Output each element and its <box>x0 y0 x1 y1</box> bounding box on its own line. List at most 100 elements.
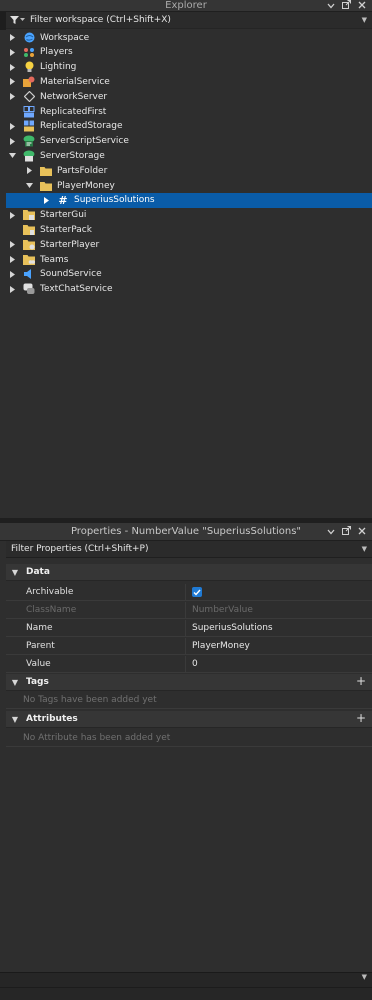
command-bar[interactable]: ▼ <box>0 972 372 1000</box>
tree-item-textchatservice[interactable]: TextChatService <box>6 282 372 297</box>
undock-icon[interactable] <box>342 0 351 12</box>
chevron-right-icon[interactable] <box>7 119 17 134</box>
tree-item-replicatedstorage[interactable]: ReplicatedStorage <box>6 119 372 134</box>
text-chat-service-icon <box>22 283 36 295</box>
tree-item-label: Lighting <box>40 62 77 73</box>
prop-name: Parent <box>6 637 186 655</box>
tree-item-label: Workspace <box>40 32 90 43</box>
prop-value-input[interactable]: SuperiusSolutions <box>186 623 273 633</box>
explorer-header: Explorer <box>0 0 372 12</box>
chevron-right-icon[interactable] <box>7 30 17 45</box>
prop-value-input[interactable]: 0 <box>186 659 198 669</box>
prop-row-name[interactable]: Name SuperiusSolutions <box>6 619 372 637</box>
chevron-right-icon[interactable] <box>7 60 17 75</box>
tree-item-materialservice[interactable]: MaterialService <box>6 74 372 89</box>
tree-item-starterpack[interactable]: StarterPack <box>6 222 372 237</box>
chevron-right-icon[interactable] <box>7 252 17 267</box>
chevron-right-icon[interactable] <box>7 134 17 149</box>
folder-icon <box>39 165 53 177</box>
explorer-tree: Workspace Players Lighting MaterialService N… <box>0 30 372 518</box>
chevron-right-icon[interactable] <box>7 89 17 104</box>
section-data[interactable]: ▼ Data <box>6 564 372 581</box>
chevron-right-icon[interactable] <box>7 282 17 297</box>
chevron-down-icon[interactable] <box>327 1 335 12</box>
properties-filter-input[interactable]: Filter Properties (Ctrl+Shift+P) <box>11 544 362 554</box>
server-storage-icon <box>22 150 36 162</box>
lightbulb-icon <box>22 61 36 73</box>
tree-item-superiussolutions[interactable]: # SuperiusSolutions <box>6 192 372 208</box>
close-icon[interactable] <box>358 1 366 12</box>
chevron-down-icon[interactable]: ▼ <box>362 973 367 981</box>
chevron-right-icon[interactable] <box>7 208 17 223</box>
properties-title: Properties - NumberValue "SuperiusSoluti… <box>70 526 302 537</box>
chevron-right-icon[interactable] <box>24 163 34 178</box>
section-tags[interactable]: ▼ Tags + <box>6 674 372 691</box>
tree-item-workspace[interactable]: Workspace <box>6 30 372 45</box>
add-tag-plus-icon[interactable]: + <box>356 674 366 689</box>
starter-gui-icon <box>22 209 36 221</box>
tree-item-label: StarterPack <box>40 224 92 235</box>
prop-name: Name <box>6 619 186 637</box>
tree-item-networkserver[interactable]: NetworkServer <box>6 89 372 104</box>
tree-item-label: SoundService <box>40 269 102 280</box>
tree-item-players[interactable]: Players <box>6 45 372 60</box>
tree-item-label: ServerScriptService <box>40 136 129 147</box>
tree-item-serverscriptservice[interactable]: ServerScriptService <box>6 134 372 149</box>
explorer-filter-input[interactable]: Filter workspace (Ctrl+Shift+X) <box>30 15 362 25</box>
tree-item-startergui[interactable]: StarterGui <box>6 208 372 223</box>
chevron-down-icon[interactable] <box>327 527 335 538</box>
replicated-storage-icon <box>22 120 36 132</box>
sound-service-icon <box>22 268 36 280</box>
attributes-empty-note: No Attribute has been added yet <box>6 730 372 747</box>
chevron-down-icon[interactable]: ▼ <box>8 678 22 687</box>
chevron-down-icon[interactable] <box>24 178 34 193</box>
section-attributes-label: Attributes <box>26 714 78 724</box>
teams-icon <box>22 254 36 266</box>
chevron-down-icon[interactable] <box>7 148 17 163</box>
properties-filter[interactable]: Filter Properties (Ctrl+Shift+P) ▼ <box>6 541 372 558</box>
starter-pack-icon <box>22 224 36 236</box>
chevron-down-icon[interactable]: ▼ <box>362 545 367 553</box>
prop-row-value[interactable]: Value 0 <box>6 655 372 673</box>
chevron-right-icon[interactable] <box>41 193 51 208</box>
undock-icon[interactable] <box>342 526 351 538</box>
tree-item-lighting[interactable]: Lighting <box>6 60 372 75</box>
starter-player-icon <box>22 239 36 251</box>
folder-icon <box>39 180 53 192</box>
explorer-filter[interactable]: Filter workspace (Ctrl+Shift+X) ▼ <box>6 12 372 29</box>
add-attribute-plus-icon[interactable]: + <box>356 711 366 726</box>
tree-item-playermoney[interactable]: PlayerMoney <box>6 178 372 193</box>
tree-item-label: TextChatService <box>40 284 113 295</box>
close-icon[interactable] <box>358 527 366 538</box>
tree-item-label: Teams <box>40 254 69 265</box>
chevron-down-icon[interactable]: ▼ <box>8 715 22 724</box>
prop-row-parent[interactable]: Parent PlayerMoney <box>6 637 372 655</box>
tree-item-label: StarterPlayer <box>40 239 100 250</box>
tree-item-label: Players <box>40 47 73 58</box>
prop-name: Archivable <box>6 583 186 601</box>
prop-value: NumberValue <box>192 605 253 615</box>
chevron-right-icon[interactable] <box>7 45 17 60</box>
tree-item-starterplayer[interactable]: StarterPlayer <box>6 237 372 252</box>
filter-funnel-icon[interactable] <box>10 16 25 24</box>
tree-item-teams[interactable]: Teams <box>6 252 372 267</box>
tree-item-label: MaterialService <box>40 76 110 87</box>
chevron-right-icon[interactable] <box>7 74 17 89</box>
chevron-down-icon[interactable]: ▼ <box>8 568 22 577</box>
number-value-icon: # <box>58 193 68 207</box>
section-data-label: Data <box>26 567 50 577</box>
tree-item-serverstorage[interactable]: ServerStorage <box>6 148 372 163</box>
tree-item-replicatedfirst[interactable]: ReplicatedFirst <box>6 104 372 119</box>
section-attributes[interactable]: ▼ Attributes + <box>6 711 372 728</box>
tree-item-soundservice[interactable]: SoundService <box>6 267 372 282</box>
prop-value-input[interactable]: PlayerMoney <box>186 641 250 651</box>
chevron-right-icon[interactable] <box>7 267 17 282</box>
tree-item-partsfolder[interactable]: PartsFolder <box>6 163 372 178</box>
network-server-icon <box>22 91 36 103</box>
chevron-right-icon[interactable] <box>7 237 17 252</box>
archivable-checkbox[interactable] <box>192 587 202 597</box>
chevron-down-icon[interactable]: ▼ <box>362 16 367 24</box>
tree-item-label: SuperiusSolutions <box>74 195 155 206</box>
